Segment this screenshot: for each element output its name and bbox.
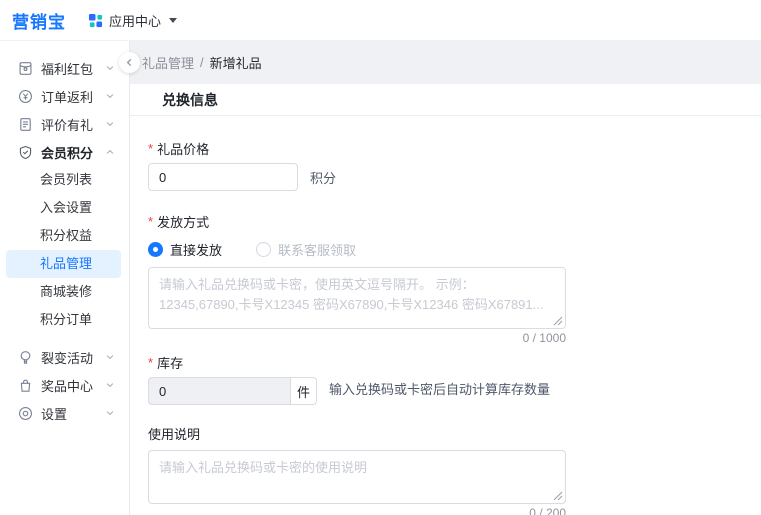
sidebar-item-label: 裂变活动 bbox=[41, 348, 105, 367]
app-center-label: 应用中心 bbox=[109, 11, 161, 30]
sidebar-item-label: 订单返利 bbox=[41, 87, 105, 106]
sidebar-collapse-button[interactable] bbox=[119, 52, 140, 73]
redeem-codes-textarea[interactable] bbox=[148, 267, 566, 329]
required-marker: * bbox=[148, 141, 153, 156]
section-title: 兑换信息 bbox=[130, 84, 761, 116]
chevron-down-icon bbox=[105, 119, 115, 129]
member-points-icon bbox=[18, 145, 33, 160]
fission-activity-icon bbox=[18, 350, 33, 365]
content-area: 礼品管理 / 新增礼品 兑换信息 * 礼品价格 积分 * 发放方式 bbox=[130, 41, 761, 515]
sidebar-item-fission-activity[interactable]: 裂变活动 bbox=[0, 343, 129, 371]
codes-char-counter: 0 / 1000 bbox=[148, 331, 566, 346]
app-center-menu[interactable]: 应用中心 bbox=[88, 11, 177, 30]
gift-form: * 礼品价格 积分 * 发放方式 直接发放 bbox=[130, 116, 761, 515]
sidebar-subitem-mall-decoration[interactable]: 商城装修 bbox=[0, 278, 129, 306]
dispatch-method-label: * 发放方式 bbox=[148, 213, 761, 230]
sidebar-subitem-join-settings[interactable]: 入会设置 bbox=[0, 194, 129, 222]
radio-unchecked-icon bbox=[256, 242, 271, 257]
usage-instructions-textarea[interactable] bbox=[148, 450, 566, 504]
chevron-down-icon bbox=[105, 380, 115, 390]
chevron-down-icon bbox=[105, 63, 115, 73]
top-bar: 营销宝 应用中心 bbox=[0, 0, 761, 41]
sidebar-item-order-rebate[interactable]: 订单返利 bbox=[0, 82, 129, 110]
chevron-down-icon bbox=[105, 91, 115, 101]
chevron-down-icon bbox=[169, 18, 177, 23]
gift-price-input[interactable] bbox=[148, 163, 298, 191]
required-marker: * bbox=[148, 355, 153, 370]
chevron-down-icon bbox=[105, 408, 115, 418]
sidebar-subitem-member-list[interactable]: 会员列表 bbox=[0, 166, 129, 194]
breadcrumb-current: 新增礼品 bbox=[210, 53, 262, 72]
stock-hint: 输入兑换码或卡密后自动计算库存数量 bbox=[329, 379, 550, 398]
sidebar-item-settings[interactable]: 设置 bbox=[0, 399, 129, 427]
exchange-info-card: 兑换信息 * 礼品价格 积分 * 发放方式 bbox=[130, 84, 761, 515]
rebate-icon bbox=[18, 89, 33, 104]
breadcrumb-parent[interactable]: 礼品管理 bbox=[142, 53, 194, 72]
chevron-left-icon bbox=[125, 58, 134, 67]
radio-contact-service[interactable]: 联系客服领取 bbox=[256, 240, 356, 259]
chevron-up-icon bbox=[105, 147, 115, 157]
sidebar-item-review-gift[interactable]: 评价有礼 bbox=[0, 110, 129, 138]
chevron-down-icon bbox=[105, 352, 115, 362]
stock-unit-addon: 件 bbox=[290, 377, 317, 405]
settings-icon bbox=[18, 406, 33, 421]
breadcrumb-bar: 礼品管理 / 新增礼品 bbox=[130, 41, 761, 84]
stock-label: * 库存 bbox=[148, 354, 761, 371]
price-unit-label: 积分 bbox=[310, 168, 336, 187]
sidebar: 福利红包 订单返利 评价有礼 bbox=[0, 41, 130, 515]
radio-direct-dispatch[interactable]: 直接发放 bbox=[148, 240, 222, 259]
sidebar-item-label: 福利红包 bbox=[41, 59, 105, 78]
sidebar-item-label: 设置 bbox=[41, 404, 105, 423]
review-gift-icon bbox=[18, 117, 33, 132]
sidebar-item-prize-center[interactable]: 奖品中心 bbox=[0, 371, 129, 399]
app-logo: 营销宝 bbox=[12, 8, 66, 33]
sidebar-item-label: 奖品中心 bbox=[41, 376, 105, 395]
breadcrumb-separator: / bbox=[200, 55, 204, 70]
gift-price-label: * 礼品价格 bbox=[148, 140, 761, 157]
stock-input[interactable] bbox=[148, 377, 290, 405]
app-grid-icon bbox=[88, 13, 103, 28]
sidebar-item-welfare-redpacket[interactable]: 福利红包 bbox=[0, 54, 129, 82]
sidebar-subitem-gift-management[interactable]: 礼品管理 bbox=[6, 250, 121, 278]
required-marker: * bbox=[148, 214, 153, 229]
sidebar-item-label: 评价有礼 bbox=[41, 115, 105, 134]
sidebar-item-label: 会员积分 bbox=[41, 143, 105, 162]
sidebar-item-member-points[interactable]: 会员积分 bbox=[0, 138, 129, 166]
sidebar-subitem-points-rights[interactable]: 积分权益 bbox=[0, 222, 129, 250]
usage-char-counter: 0 / 200 bbox=[148, 506, 566, 515]
red-packet-icon bbox=[18, 61, 33, 76]
usage-instructions-label: 使用说明 bbox=[148, 425, 761, 442]
radio-checked-icon bbox=[148, 242, 163, 257]
prize-center-icon bbox=[18, 378, 33, 393]
sidebar-subitem-points-orders[interactable]: 积分订单 bbox=[0, 306, 129, 334]
